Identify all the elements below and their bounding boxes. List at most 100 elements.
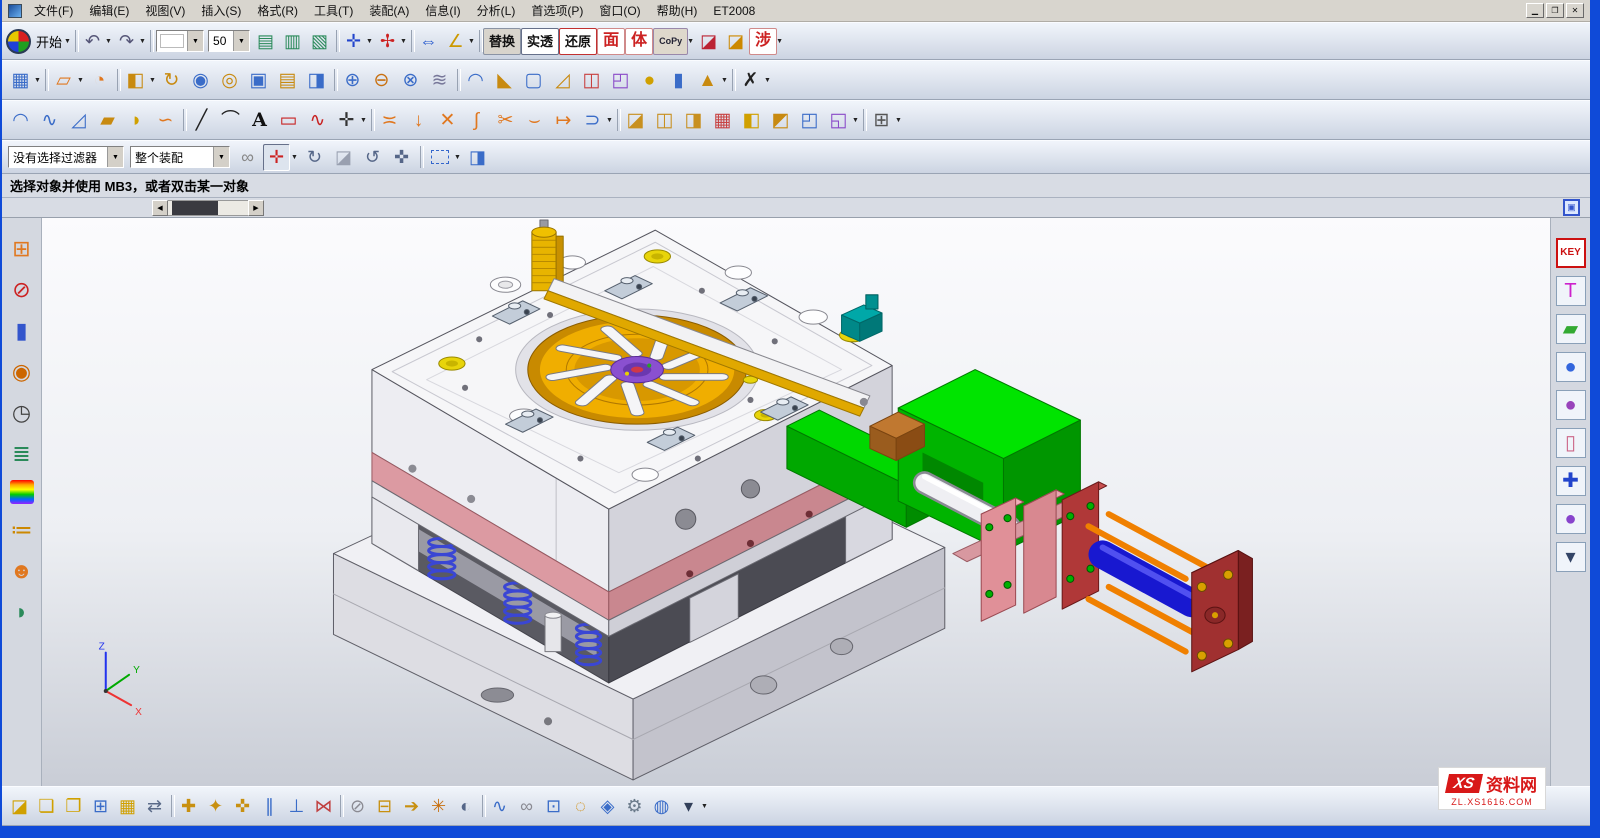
layer-settings-icon[interactable]: ▤ xyxy=(252,28,279,55)
gear-pair-icon[interactable]: ⚙ xyxy=(621,793,648,820)
wave-geometry-linker-icon[interactable]: ∿ xyxy=(486,793,513,820)
copy-face-button-dropdown[interactable]: ▼ xyxy=(686,38,695,45)
replace-button[interactable]: 替换 xyxy=(483,28,521,55)
assembly-ball-icon[interactable]: ● xyxy=(1556,352,1586,382)
prompt-scroll-thumb[interactable] xyxy=(172,201,218,215)
reuse-library-icon[interactable]: ◉ xyxy=(6,357,38,387)
cylinder-tool-icon[interactable]: ▯ xyxy=(1556,428,1586,458)
selection-scope-arrow[interactable]: ▼ xyxy=(213,147,229,167)
rectangle-icon[interactable]: ▭ xyxy=(274,106,303,135)
mold-wizard-icon[interactable]: ▰ xyxy=(1556,314,1586,344)
measure-angle-icon[interactable]: ∠ xyxy=(442,28,469,55)
mirror-assembly-icon[interactable]: ⋈ xyxy=(310,793,337,820)
wcs-orient-icon[interactable]: ✢ xyxy=(374,28,401,55)
cone-icon[interactable]: ▲ xyxy=(693,66,722,95)
menu-tools[interactable]: 工具(T) xyxy=(306,0,361,21)
selection-filter-arrow[interactable]: ▼ xyxy=(107,147,123,167)
cylinder-body[interactable] xyxy=(1103,555,1192,604)
unite-icon[interactable]: ⊕ xyxy=(338,66,367,95)
offset-face-icon[interactable]: ◩ xyxy=(766,106,795,135)
menu-information[interactable]: 信息(I) xyxy=(417,0,468,21)
involve-button[interactable]: 涉 xyxy=(749,28,777,55)
prompt-scroll-right-icon[interactable]: ▶ xyxy=(248,200,264,216)
more-commands-icon[interactable]: ▾ xyxy=(675,793,702,820)
rectangle-select-icon[interactable] xyxy=(426,144,453,171)
tooling-navigator-icon[interactable]: T xyxy=(1556,276,1586,306)
nx-logo-icon[interactable] xyxy=(6,29,31,54)
prompt-scroll-track[interactable] xyxy=(168,200,248,216)
arrangements-icon[interactable]: ⊟ xyxy=(371,793,398,820)
wcs-orient-icon-dropdown[interactable]: ▼ xyxy=(399,38,408,45)
prompt-scrollbar[interactable]: ◀ ▶ xyxy=(152,200,264,216)
gold-solid-icon[interactable]: ◪ xyxy=(722,28,749,55)
menu-edit[interactable]: 编辑(E) xyxy=(81,0,137,21)
sew-icon[interactable]: ≋ xyxy=(425,66,454,95)
restore-display-button[interactable]: 还原 xyxy=(559,28,597,55)
find-component-icon[interactable]: ◪ xyxy=(6,793,33,820)
shaded-block-icon[interactable]: ◪ xyxy=(330,144,357,171)
chamfer-icon[interactable]: ◣ xyxy=(490,66,519,95)
work-layer-arrow[interactable]: ▼ xyxy=(233,31,249,51)
minimize-button[interactable]: ▁ xyxy=(1526,3,1544,18)
visualization-icon[interactable] xyxy=(10,480,34,504)
sketch-ring-icon[interactable]: ◌ xyxy=(567,793,594,820)
graphics-window[interactable]: Z Y X xyxy=(42,218,1550,786)
teal-clamp-block[interactable] xyxy=(842,295,882,341)
close-button[interactable]: ✕ xyxy=(1566,3,1584,18)
trim-body-icon[interactable]: ◫ xyxy=(577,66,606,95)
subtract-icon[interactable]: ⊖ xyxy=(367,66,396,95)
offset-curve-icon[interactable]: ≍ xyxy=(375,106,404,135)
move-object-icon[interactable]: ◪ xyxy=(621,106,650,135)
constraint-navigator-icon[interactable]: ⊘ xyxy=(6,275,38,305)
more-surface-icon-dropdown[interactable]: ▼ xyxy=(894,117,903,124)
assembly-info-icon[interactable]: ◍ xyxy=(648,793,675,820)
swept-surface-icon[interactable]: ∿ xyxy=(35,106,64,135)
menu-window[interactable]: 窗口(O) xyxy=(591,0,648,21)
studio-surface-icon[interactable]: ∽ xyxy=(151,106,180,135)
pan-view-icon[interactable]: ✜ xyxy=(388,144,415,171)
selection-scope-combo[interactable]: 整个装配 ▼ xyxy=(130,146,230,168)
copy-face-button[interactable]: CoPy xyxy=(653,28,688,55)
studio-spline-icon[interactable]: ∿ xyxy=(303,106,332,135)
work-layer-combo[interactable]: 50 ▼ xyxy=(208,30,250,52)
promote-body-icon-dropdown[interactable]: ▼ xyxy=(851,117,860,124)
extrude-icon[interactable]: ◧ xyxy=(121,66,150,95)
exploded-views-icon[interactable]: ✳ xyxy=(425,793,452,820)
wcs-dynamics-icon[interactable]: ✛ xyxy=(340,28,367,55)
assembly-constraints-icon[interactable]: ∥ xyxy=(256,793,283,820)
create-new-icon[interactable]: ✚ xyxy=(175,793,202,820)
extract-geometry-icon[interactable]: ◰ xyxy=(795,106,824,135)
part-navigator-icon[interactable]: ▮ xyxy=(6,316,38,346)
pocket-icon[interactable]: ▣ xyxy=(244,66,273,95)
menu-view[interactable]: 视图(V) xyxy=(137,0,193,21)
extrude-icon-dropdown[interactable]: ▼ xyxy=(148,77,157,84)
sketch-icon-dropdown[interactable]: ▼ xyxy=(33,77,42,84)
menu-format[interactable]: 格式(R) xyxy=(249,0,306,21)
shell-icon[interactable]: ▢ xyxy=(519,66,548,95)
undo-icon[interactable]: ↶ xyxy=(79,28,106,55)
ball-tool-icon[interactable]: ● xyxy=(1556,504,1586,534)
move-component-icon[interactable]: ✜ xyxy=(229,793,256,820)
menu-et2008[interactable]: ET2008 xyxy=(705,2,763,20)
pattern-component-icon[interactable]: ⊞ xyxy=(87,793,114,820)
component-array-icon[interactable]: ▦ xyxy=(114,793,141,820)
sphere-icon[interactable]: ● xyxy=(635,66,664,95)
rotate-view-icon[interactable]: ↺ xyxy=(359,144,386,171)
new-component-icon[interactable]: ❐ xyxy=(60,793,87,820)
translucent-button[interactable]: 实透 xyxy=(521,28,559,55)
assembly-sequence-icon[interactable]: ➔ xyxy=(398,793,425,820)
resource-scroll-down-icon[interactable]: ▾ xyxy=(1556,542,1586,572)
start-button[interactable]: 开始 xyxy=(33,32,65,51)
more-commands-icon-dropdown[interactable]: ▼ xyxy=(700,803,709,810)
curve-length-icon[interactable]: ↦ xyxy=(549,106,578,135)
trim-curve-icon[interactable]: ✂ xyxy=(491,106,520,135)
n-sided-surface-icon[interactable]: ◿ xyxy=(64,106,93,135)
menu-file[interactable]: 文件(F) xyxy=(26,0,81,21)
four-point-surface-icon[interactable]: ▰ xyxy=(93,106,122,135)
replace-component-icon[interactable]: ⇄ xyxy=(141,793,168,820)
pad-icon[interactable]: ▤ xyxy=(273,66,302,95)
menu-help[interactable]: 帮助(H) xyxy=(649,0,706,21)
section-curve-icon[interactable]: ∫ xyxy=(462,106,491,135)
bridge-curve-icon[interactable]: ⌣ xyxy=(520,106,549,135)
more-surface-icon[interactable]: ⊞ xyxy=(867,106,896,135)
